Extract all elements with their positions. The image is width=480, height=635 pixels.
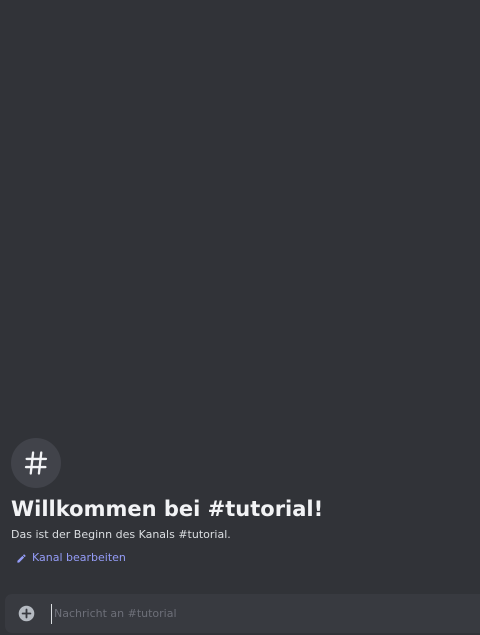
message-list[interactable]: Willkommen bei #tutorial! Das ist der Be… xyxy=(0,0,480,590)
welcome-subtitle: Das ist der Beginn des Kanals #tutorial. xyxy=(11,528,231,541)
edit-channel-label: Kanal bearbeiten xyxy=(32,551,126,564)
chat-window: Willkommen bei #tutorial! Das ist der Be… xyxy=(0,0,480,635)
message-input[interactable] xyxy=(51,603,454,624)
upload-button[interactable] xyxy=(16,604,36,624)
channel-icon-badge xyxy=(11,438,61,488)
plus-circle-icon xyxy=(18,605,34,622)
welcome-title: Willkommen bei #tutorial! xyxy=(11,497,324,521)
pencil-icon xyxy=(17,553,26,563)
message-composer xyxy=(5,594,480,633)
hash-icon xyxy=(24,451,48,475)
edit-channel-link[interactable]: Kanal bearbeiten xyxy=(16,551,126,565)
channel-welcome: Willkommen bei #tutorial! Das ist der Be… xyxy=(11,438,471,568)
